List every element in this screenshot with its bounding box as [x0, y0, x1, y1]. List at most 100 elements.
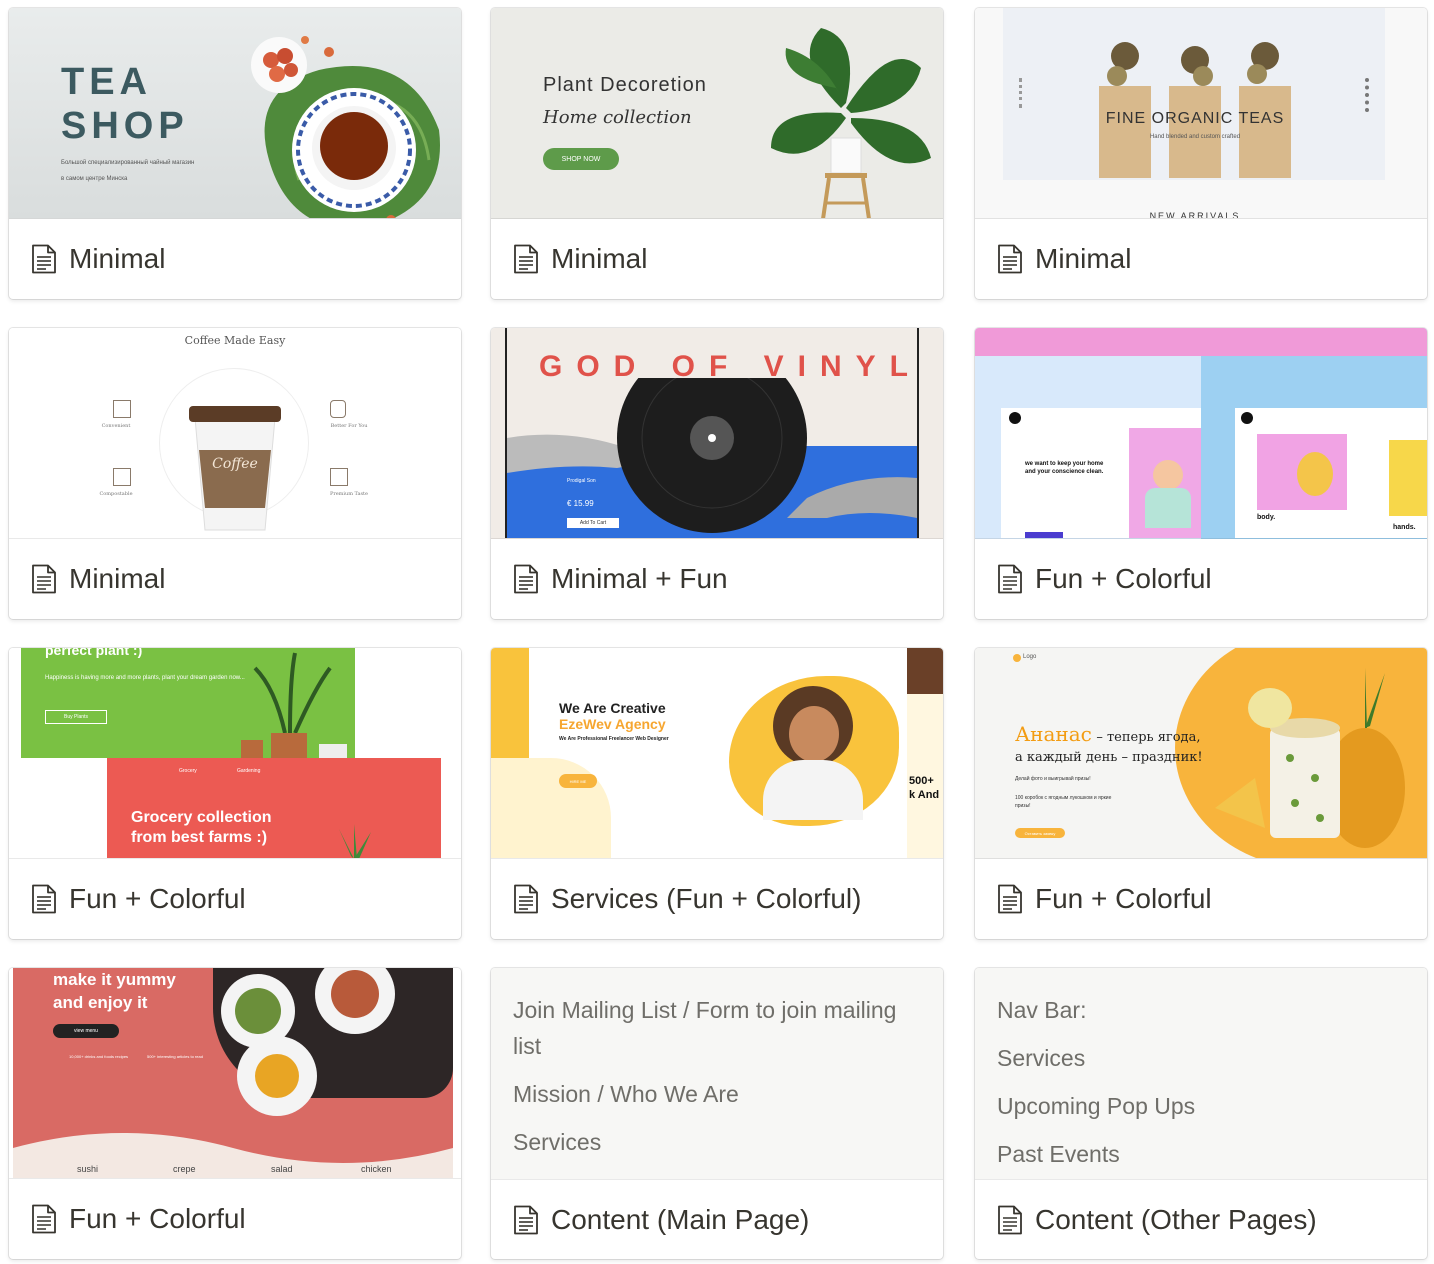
page-icon — [31, 884, 57, 914]
gallery-card-grocery[interactable]: perfect plant :) Happiness is having mor… — [9, 648, 461, 939]
gallery-card-content-other[interactable]: Nav Bar: Services Upcoming Pop Ups Past … — [975, 968, 1427, 1259]
preview-add-to-cart: Add To Cart — [567, 518, 619, 528]
gallery-card-organic-teas[interactable]: FINE ORGANIC TEAS Hand blended and custo… — [975, 8, 1427, 299]
card-title-text: Fun + Colorful — [1035, 563, 1212, 594]
preview-subheading: We Are Professional Freelancer Web Desig… — [559, 736, 669, 742]
preview-stat: 500+ interesting articles to read — [147, 1054, 203, 1059]
preview-subheading: Home collection — [543, 107, 692, 128]
preview-line: Services — [513, 1129, 602, 1155]
preview-category: crepe — [173, 1164, 196, 1174]
card-cover-image: FINE ORGANIC TEAS Hand blended and custo… — [975, 8, 1427, 219]
monstera-plant-illustration — [771, 28, 931, 218]
card-title-text: Services (Fun + Colorful) — [551, 883, 862, 914]
card-title-text: Fun + Colorful — [69, 1203, 246, 1234]
page-icon — [997, 884, 1023, 914]
card-title: Fun + Colorful — [975, 859, 1427, 939]
card-text-preview: Join Mailing List / Form to join mailing… — [491, 968, 943, 1179]
card-cover-image: Plant Decoretion Home collection SHOP NO… — [491, 8, 943, 219]
card-cover-image: perfect plant :) Happiness is having mor… — [9, 648, 461, 859]
gallery-view: TEA SHOP Большой специализированный чайн… — [0, 0, 1434, 1264]
card-title: Fun + Colorful — [975, 539, 1427, 619]
card-title: Content (Other Pages) — [975, 1179, 1427, 1259]
gallery-card-tea-shop[interactable]: TEA SHOP Большой специализированный чайн… — [9, 8, 461, 299]
preview-buy-button: Buy Plants — [45, 710, 107, 724]
preview-heading: TEA SHOP — [61, 61, 189, 147]
gallery-card-ezewev-agency[interactable]: We Are Creative EzeWev Agency We Are Pro… — [491, 648, 943, 939]
card-title: Services (Fun + Colorful) — [491, 859, 943, 939]
card-title-text: Minimal — [69, 563, 166, 594]
card-title-text: Fun + Colorful — [69, 883, 246, 914]
preview-heading: а каждый день – праздник! — [1015, 750, 1203, 765]
page-icon — [513, 1205, 539, 1235]
page-icon — [31, 1204, 57, 1234]
preview-line: Join Mailing List / Form to join mailing… — [513, 997, 897, 1059]
preview-logo: Logo — [1023, 654, 1037, 660]
card-title: Minimal — [9, 539, 461, 619]
card-title-text: Content (Other Pages) — [1035, 1203, 1317, 1235]
page-icon — [513, 564, 539, 594]
page-icon — [31, 564, 57, 594]
preview-label: hands. — [1393, 524, 1416, 531]
preview-stat: 10,000+ drinks and foods recipes — [69, 1054, 129, 1059]
gallery-card-plant-decoration[interactable]: Plant Decoretion Home collection SHOP NO… — [491, 8, 943, 299]
card-title: Fun + Colorful — [9, 1179, 461, 1259]
preview-heading: Plant Decoretion — [543, 74, 707, 96]
card-cover-image: GOD OF VINYL Prodigal Son € 15.99 Add To… — [491, 328, 943, 539]
card-title-text: Minimal — [551, 243, 648, 274]
preview-category: salad — [271, 1164, 293, 1174]
gallery-card-pineapple[interactable]: Logo Ананас – теперь ягода, а каждый ден… — [975, 648, 1427, 939]
preview-line: Upcoming Pop Ups — [997, 1093, 1196, 1119]
preview-heading: Grocery collection from best farms :) — [131, 809, 272, 846]
preview-line: Nav Bar: — [997, 997, 1087, 1023]
preview-line: Mission / Who We Are — [513, 1081, 739, 1107]
preview-feature: Better For You — [330, 423, 368, 429]
tea-cup-illustration — [251, 36, 440, 218]
preview-line: Past Events — [997, 1141, 1120, 1167]
card-title: Minimal + Fun — [491, 539, 943, 619]
card-title-text: Minimal — [1035, 243, 1132, 274]
preview-product: Prodigal Son — [567, 478, 596, 484]
card-title-text: Minimal — [69, 243, 166, 274]
preview-category: chicken — [361, 1164, 392, 1174]
gallery-card-food[interactable]: make it yummy and enjoy it view menu 10,… — [9, 968, 461, 1259]
preview-nav-item: Grocery — [179, 768, 197, 774]
preview-heading: perfect plant :) — [45, 648, 143, 658]
page-icon — [513, 884, 539, 914]
gallery-card-god-of-vinyl[interactable]: GOD OF VINYL Prodigal Son € 15.99 Add To… — [491, 328, 943, 619]
preview-heading: We Are Creative — [559, 700, 666, 716]
card-cover-image: We Are Creative EzeWev Agency We Are Pro… — [491, 648, 943, 859]
card-title-text: Minimal + Fun — [551, 563, 728, 594]
preview-label: body. — [1257, 514, 1276, 521]
page-icon — [513, 244, 539, 274]
card-text-preview: Nav Bar: Services Upcoming Pop Ups Past … — [975, 968, 1427, 1179]
page-icon — [997, 244, 1023, 274]
potted-plants-illustration — [241, 652, 332, 758]
preview-heading: Coffee Made Easy — [184, 334, 286, 347]
preview-order-button: Оставить заявку — [1015, 828, 1065, 838]
preview-nav-item: Gardening — [237, 768, 261, 774]
card-title: Minimal — [491, 219, 943, 299]
preview-category: sushi — [77, 1164, 99, 1174]
preview-side-text: 500+ k And — [909, 775, 940, 801]
preview-cup-label: Coffee — [212, 456, 258, 472]
preview-line: Services — [997, 1045, 1086, 1071]
card-cover-image: TEA SHOP Большой специализированный чайн… — [9, 8, 461, 219]
preview-hire-button: HIRE ME — [559, 774, 597, 788]
preview-text: Большой специализированный чайный магази… — [61, 160, 195, 166]
preview-menu-button: view menu — [53, 1024, 119, 1038]
preview-text: 100 коробок с ягодным лукошком и яркие п… — [1015, 795, 1112, 809]
page-icon — [31, 244, 57, 274]
gallery-card-pastel-cleaning[interactable]: we want to keep your home and your consc… — [975, 328, 1427, 619]
preview-section-label: NEW ARRIVALS — [1149, 211, 1241, 219]
preview-text: в самом центре Минска — [61, 176, 128, 182]
gallery-card-content-main[interactable]: Join Mailing List / Form to join mailing… — [491, 968, 943, 1259]
card-title: Content (Main Page) — [491, 1179, 943, 1259]
gallery-card-coffee[interactable]: Coffee Made Easy Coffee Convenient Bette… — [9, 328, 461, 619]
card-cover-image: Logo Ананас – теперь ягода, а каждый ден… — [975, 648, 1427, 859]
preview-heading: Ананас – теперь ягода, — [1015, 722, 1201, 746]
preview-text: Happiness is having more and more plants… — [45, 675, 245, 681]
page-icon — [997, 564, 1023, 594]
preview-feature: Premium Taste — [329, 491, 369, 497]
preview-heading: EzeWev Agency — [559, 716, 666, 732]
preview-subheading: Hand blended and custom crafted — [1149, 134, 1241, 140]
